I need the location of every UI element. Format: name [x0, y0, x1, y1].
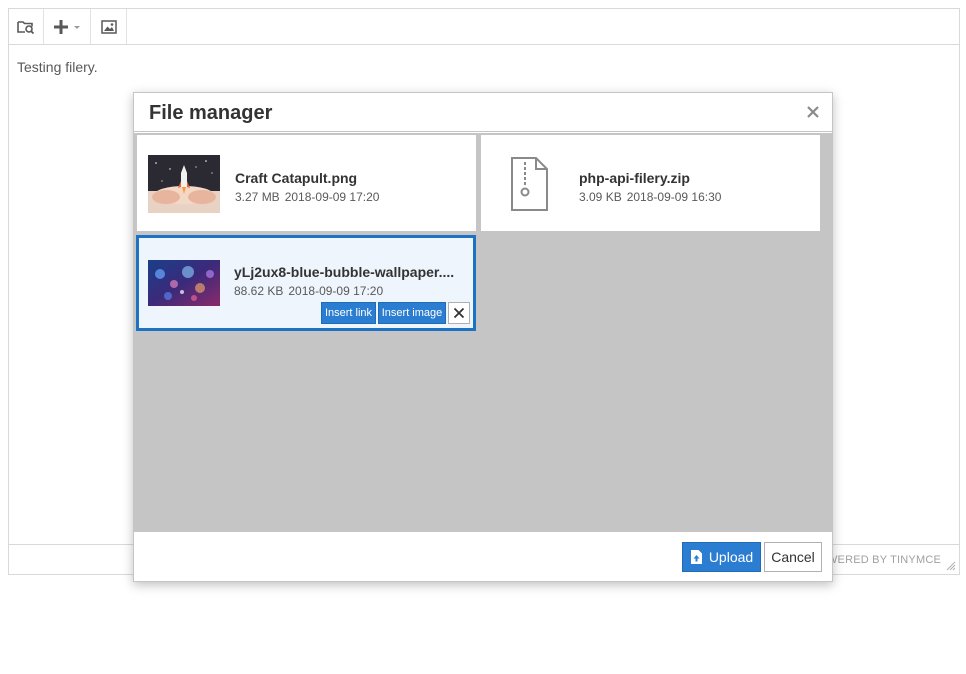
file-thumbnail — [148, 260, 220, 306]
cancel-button[interactable]: Cancel — [764, 542, 822, 572]
chevron-down-icon — [73, 25, 80, 29]
file-thumbnail — [493, 155, 565, 213]
file-grid: Craft Catapult.png 3.27 MB 2018-09-09 17:… — [134, 133, 832, 531]
insert-link-button[interactable]: Insert link — [321, 302, 376, 324]
close-icon — [453, 307, 465, 319]
file-size: 3.27 MB — [235, 190, 280, 204]
image-icon — [100, 19, 117, 34]
file-card-craft-catapult[interactable]: Craft Catapult.png 3.27 MB 2018-09-09 17:… — [137, 135, 476, 231]
file-meta: 88.62 KB 2018-09-09 17:20 — [234, 284, 383, 298]
insert-image-button[interactable]: Insert image — [378, 302, 446, 324]
file-manager-button[interactable] — [9, 9, 44, 44]
file-thumbnail — [148, 155, 220, 213]
insert-menu-button[interactable] — [44, 9, 91, 44]
dialog-close-button[interactable] — [804, 103, 822, 121]
file-card-php-api-filery[interactable]: php-api-filery.zip 3.09 KB 2018-09-09 16:… — [481, 135, 820, 231]
file-manager-dialog: File manager Craft Catapult.png 3.27 MB … — [133, 92, 833, 582]
file-date: 2018-09-09 17:20 — [288, 284, 384, 298]
file-name: Craft Catapult.png — [235, 170, 358, 186]
upload-label: Upload — [708, 549, 754, 565]
insert-image-button[interactable] — [91, 9, 127, 44]
dialog-title: File manager — [149, 102, 273, 124]
zip-file-icon — [511, 157, 548, 211]
file-meta: 3.09 KB 2018-09-09 16:30 — [579, 190, 721, 204]
upload-icon — [690, 550, 702, 564]
editor-toolbar — [9, 9, 959, 45]
file-size: 88.62 KB — [234, 284, 284, 298]
file-meta: 3.27 MB 2018-09-09 17:20 — [235, 190, 379, 204]
file-name: php-api-filery.zip — [579, 170, 690, 186]
dialog-header: File manager — [134, 93, 832, 132]
delete-file-button[interactable] — [448, 302, 470, 324]
file-name: yLj2ux8-blue-bubble-wallpaper.... — [234, 264, 455, 280]
file-search-icon — [17, 20, 35, 34]
editor-content[interactable]: Testing filery. — [17, 59, 98, 75]
dialog-footer: Upload Cancel — [134, 531, 832, 581]
plus-icon — [53, 19, 68, 34]
upload-button[interactable]: Upload — [682, 542, 761, 572]
file-card-blue-bubble-wallpaper[interactable]: yLj2ux8-blue-bubble-wallpaper.... 88.62 … — [136, 235, 476, 331]
file-date: 2018-09-09 17:20 — [284, 190, 380, 204]
file-size: 3.09 KB — [579, 190, 622, 204]
close-icon — [807, 106, 819, 118]
file-date: 2018-09-09 16:30 — [626, 190, 722, 204]
resize-handle-icon[interactable] — [946, 561, 956, 571]
